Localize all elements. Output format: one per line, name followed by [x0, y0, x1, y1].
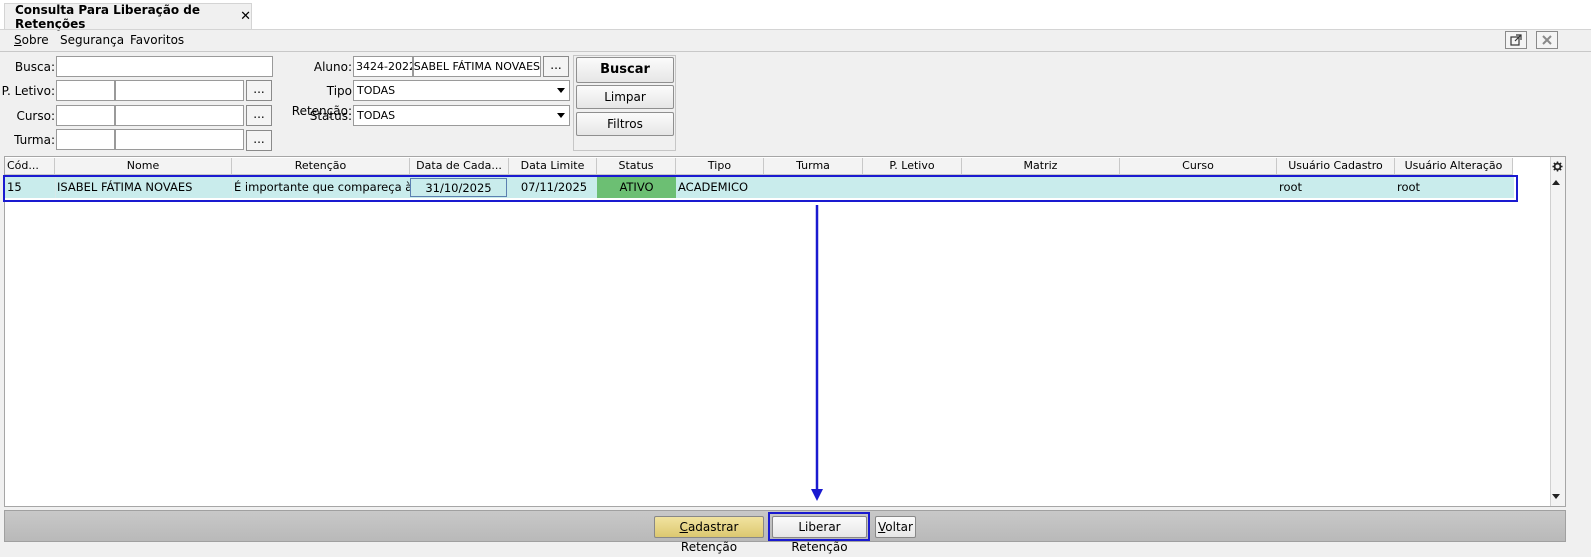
results-table[interactable] [4, 156, 1566, 507]
voltar-button[interactable]: Voltar [875, 516, 916, 538]
column-header-usuario-cadastro[interactable]: Usuário Cadastro [1277, 158, 1395, 175]
vertical-scrollbar[interactable] [1550, 157, 1565, 506]
status-value: TODAS [357, 109, 396, 122]
turma-desc-input[interactable] [115, 129, 244, 150]
turma-label: Turma: [14, 133, 55, 147]
busca-label: Busca: [14, 60, 55, 74]
status-select[interactable]: TODAS [353, 105, 570, 126]
column-header-data-limite[interactable]: Data Limite [509, 158, 597, 175]
limpar-button[interactable]: Limpar [576, 85, 674, 109]
status-label: Status: [309, 109, 352, 123]
close-window-icon[interactable] [1536, 31, 1558, 49]
chevron-down-icon [557, 88, 565, 93]
tipo-retencao-value: TODAS [357, 84, 396, 97]
pletivo-label: P. Letivo: [1, 84, 55, 98]
busca-input[interactable] [56, 56, 273, 77]
aluno-lookup-button[interactable]: ... [543, 56, 569, 77]
tab-consulta-retencoes[interactable]: Consulta Para Liberação de Retenções ✕ [4, 2, 252, 31]
column-header-status[interactable]: Status [597, 158, 676, 175]
gear-icon[interactable] [1551, 158, 1564, 175]
curso-code-input[interactable] [56, 105, 115, 126]
aluno-code-input[interactable]: 3424-2022 [353, 56, 413, 77]
menu-sobre-mnemonic: S [14, 33, 22, 47]
filtros-button[interactable]: Filtros [576, 112, 674, 136]
column-header-data-cadastro[interactable]: Data de Cada... [410, 158, 509, 175]
column-header-usuario-alteracao[interactable]: Usuário Alteração [1395, 158, 1513, 175]
turma-code-input[interactable] [56, 129, 115, 150]
cadastrar-mnemonic: C [679, 520, 688, 534]
curso-label: Curso: [16, 109, 55, 123]
aluno-name-input[interactable]: ISABEL FÁTIMA NOVAES [413, 56, 541, 77]
column-header-curso[interactable]: Curso [1120, 158, 1277, 175]
column-header-turma[interactable]: Turma [764, 158, 863, 175]
column-header-retencao[interactable]: Retenção [232, 158, 410, 175]
cadastrar-label-rest: adastrar Retenção [680, 520, 739, 554]
turma-lookup-button[interactable]: ... [246, 130, 272, 151]
close-tab-icon[interactable]: ✕ [240, 9, 251, 24]
chevron-down-icon [557, 113, 565, 118]
row-highlight [3, 175, 1518, 202]
buscar-button[interactable]: Buscar [576, 57, 674, 83]
tipo-retencao-label: Tipo Retenção: [291, 84, 352, 118]
pletivo-code-input[interactable] [56, 80, 115, 101]
detach-window-icon[interactable] [1505, 31, 1527, 49]
column-header-nome[interactable]: Nome [55, 158, 232, 175]
pletivo-desc-input[interactable] [115, 80, 244, 101]
menu-seguranca[interactable]: Segurança [60, 33, 124, 47]
menu-favoritos[interactable]: Favoritos [130, 33, 184, 47]
menu-sobre[interactable]: Sobre [14, 33, 49, 47]
liberar-retencao-button[interactable]: Liberar Retenção [772, 516, 867, 554]
voltar-label-rest: oltar [885, 520, 913, 534]
column-header-pletivo[interactable]: P. Letivo [863, 158, 962, 175]
column-header-tipo[interactable]: Tipo [676, 158, 764, 175]
divider [0, 29, 1591, 30]
curso-desc-input[interactable] [115, 105, 244, 126]
column-header-cod[interactable]: Cód... [5, 158, 55, 175]
scroll-up-icon[interactable] [1552, 180, 1560, 185]
cadastrar-retencao-button[interactable]: Cadastrar Retenção [654, 516, 764, 554]
divider [0, 51, 1591, 52]
aluno-label: Aluno: [313, 60, 352, 74]
curso-lookup-button[interactable]: ... [246, 105, 272, 126]
tipo-retencao-select[interactable]: TODAS [353, 80, 570, 101]
scroll-down-icon[interactable] [1552, 494, 1560, 499]
tab-title: Consulta Para Liberação de Retenções [15, 2, 201, 31]
column-header-matriz[interactable]: Matriz [962, 158, 1120, 175]
menu-sobre-rest: obre [21, 33, 49, 47]
annotation-arrow-icon [811, 205, 823, 501]
pletivo-lookup-button[interactable]: ... [246, 80, 272, 101]
